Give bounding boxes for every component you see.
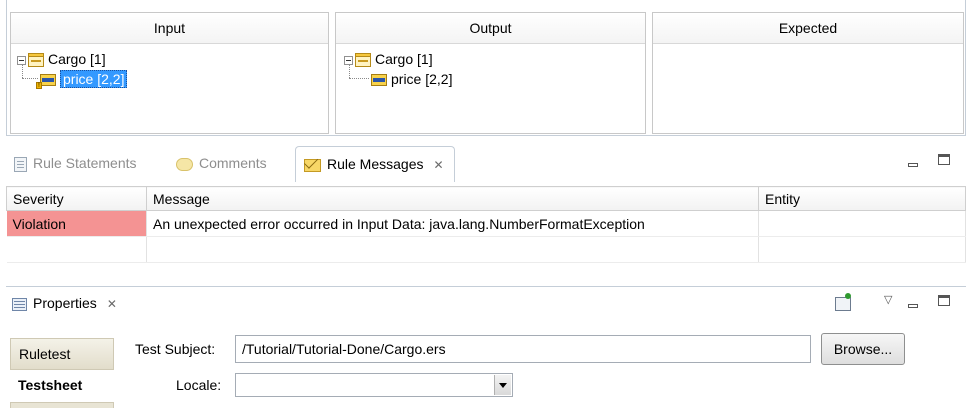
entity-cell <box>758 210 966 237</box>
tree-connector <box>349 65 350 78</box>
entity-icon <box>355 53 371 68</box>
input-tree-child[interactable]: ! price [2,2] <box>36 69 128 90</box>
tab-properties-label: Properties <box>33 295 97 311</box>
severity-cell: Violation <box>6 210 147 237</box>
view-menu-icon[interactable]: ▽ <box>884 293 892 306</box>
column-header-message[interactable]: Message <box>146 186 759 211</box>
minimize-icon <box>908 163 918 167</box>
tab-comments[interactable]: Comments <box>176 146 267 180</box>
output-root-label: Cargo [1] <box>375 51 433 67</box>
output-child-label: price [2,2] <box>391 71 453 87</box>
minimize-view-button[interactable] <box>908 154 918 170</box>
document-icon <box>14 156 27 172</box>
tree-connector <box>22 78 38 79</box>
input-tree-root[interactable]: Cargo [1] <box>17 49 106 69</box>
side-tab-testsheet[interactable]: Testsheet <box>10 370 114 402</box>
input-column: Input Cargo [1] ! price [2,2] <box>10 12 329 134</box>
tab-rule-messages-label: Rule Messages <box>327 156 424 172</box>
ruletest-tree-panel: Input Cargo [1] ! price [2,2] Output Carg… <box>6 0 966 136</box>
rule-messages-table: Severity Message Entity Violation An une… <box>6 186 966 263</box>
maximize-icon <box>938 154 950 165</box>
tree-connector <box>349 78 369 79</box>
browse-button[interactable]: Browse... <box>821 333 905 365</box>
messages-view-tabbar: Rule Statements Comments Rule Messages ✕ <box>6 146 966 182</box>
output-tree-child[interactable]: price [2,2] <box>371 69 452 89</box>
table-row-empty <box>6 236 966 263</box>
tab-comments-label: Comments <box>199 155 267 171</box>
tree-connector <box>22 65 23 78</box>
tab-rule-statements-label: Rule Statements <box>33 155 137 171</box>
attribute-icon <box>371 74 387 87</box>
output-column: Output Cargo [1] price [2,2] <box>335 12 646 134</box>
comment-bubble-icon <box>176 157 193 171</box>
tab-rule-messages[interactable]: Rule Messages ✕ <box>295 146 455 182</box>
side-tab-ruletest[interactable]: Ruletest <box>10 338 114 370</box>
collapse-icon[interactable] <box>17 55 26 65</box>
minimize-view-button[interactable] <box>908 295 918 311</box>
input-column-header: Input <box>11 13 328 44</box>
input-root-label: Cargo [1] <box>48 51 106 67</box>
locale-label: Locale: <box>176 377 222 393</box>
expected-column-header: Expected <box>653 13 963 44</box>
envelope-icon <box>304 158 321 172</box>
maximize-icon <box>938 295 950 306</box>
maximize-view-button[interactable] <box>938 152 950 168</box>
table-header-row: Severity Message Entity <box>6 186 966 211</box>
attribute-warning-icon: ! <box>36 74 56 90</box>
input-child-label-selected: price [2,2] <box>60 70 128 88</box>
dropdown-arrow-icon[interactable] <box>494 375 511 395</box>
test-subject-input[interactable]: /Tutorial/Tutorial-Done/Cargo.ers <box>235 335 811 363</box>
properties-side-tabs: Ruletest Testsheet <box>10 324 114 408</box>
column-header-entity[interactable]: Entity <box>758 186 966 211</box>
maximize-view-button[interactable] <box>938 293 950 309</box>
minimize-icon <box>908 304 918 308</box>
pin-view-icon[interactable] <box>835 293 851 311</box>
tab-rule-statements[interactable]: Rule Statements <box>14 146 137 180</box>
close-tab-icon[interactable]: ✕ <box>107 297 117 311</box>
column-header-severity[interactable]: Severity <box>6 186 147 211</box>
close-tab-icon[interactable]: ✕ <box>434 158 444 172</box>
expected-column: Expected <box>652 12 964 134</box>
output-column-header: Output <box>336 13 645 44</box>
entity-icon <box>28 53 44 68</box>
side-tab-next[interactable] <box>10 402 114 408</box>
properties-view-tabbar: Properties ✕ ▽ <box>6 286 966 322</box>
locale-select[interactable] <box>235 373 513 397</box>
tab-properties[interactable]: Properties ✕ <box>12 295 117 311</box>
test-subject-label: Test Subject: <box>135 341 216 357</box>
collapse-icon[interactable] <box>344 55 353 65</box>
properties-icon <box>12 297 27 311</box>
table-row[interactable]: Violation An unexpected error occurred i… <box>6 210 966 237</box>
warning-icon: ! <box>36 82 42 90</box>
output-tree-root[interactable]: Cargo [1] <box>344 49 433 69</box>
message-cell: An unexpected error occurred in Input Da… <box>146 210 759 237</box>
